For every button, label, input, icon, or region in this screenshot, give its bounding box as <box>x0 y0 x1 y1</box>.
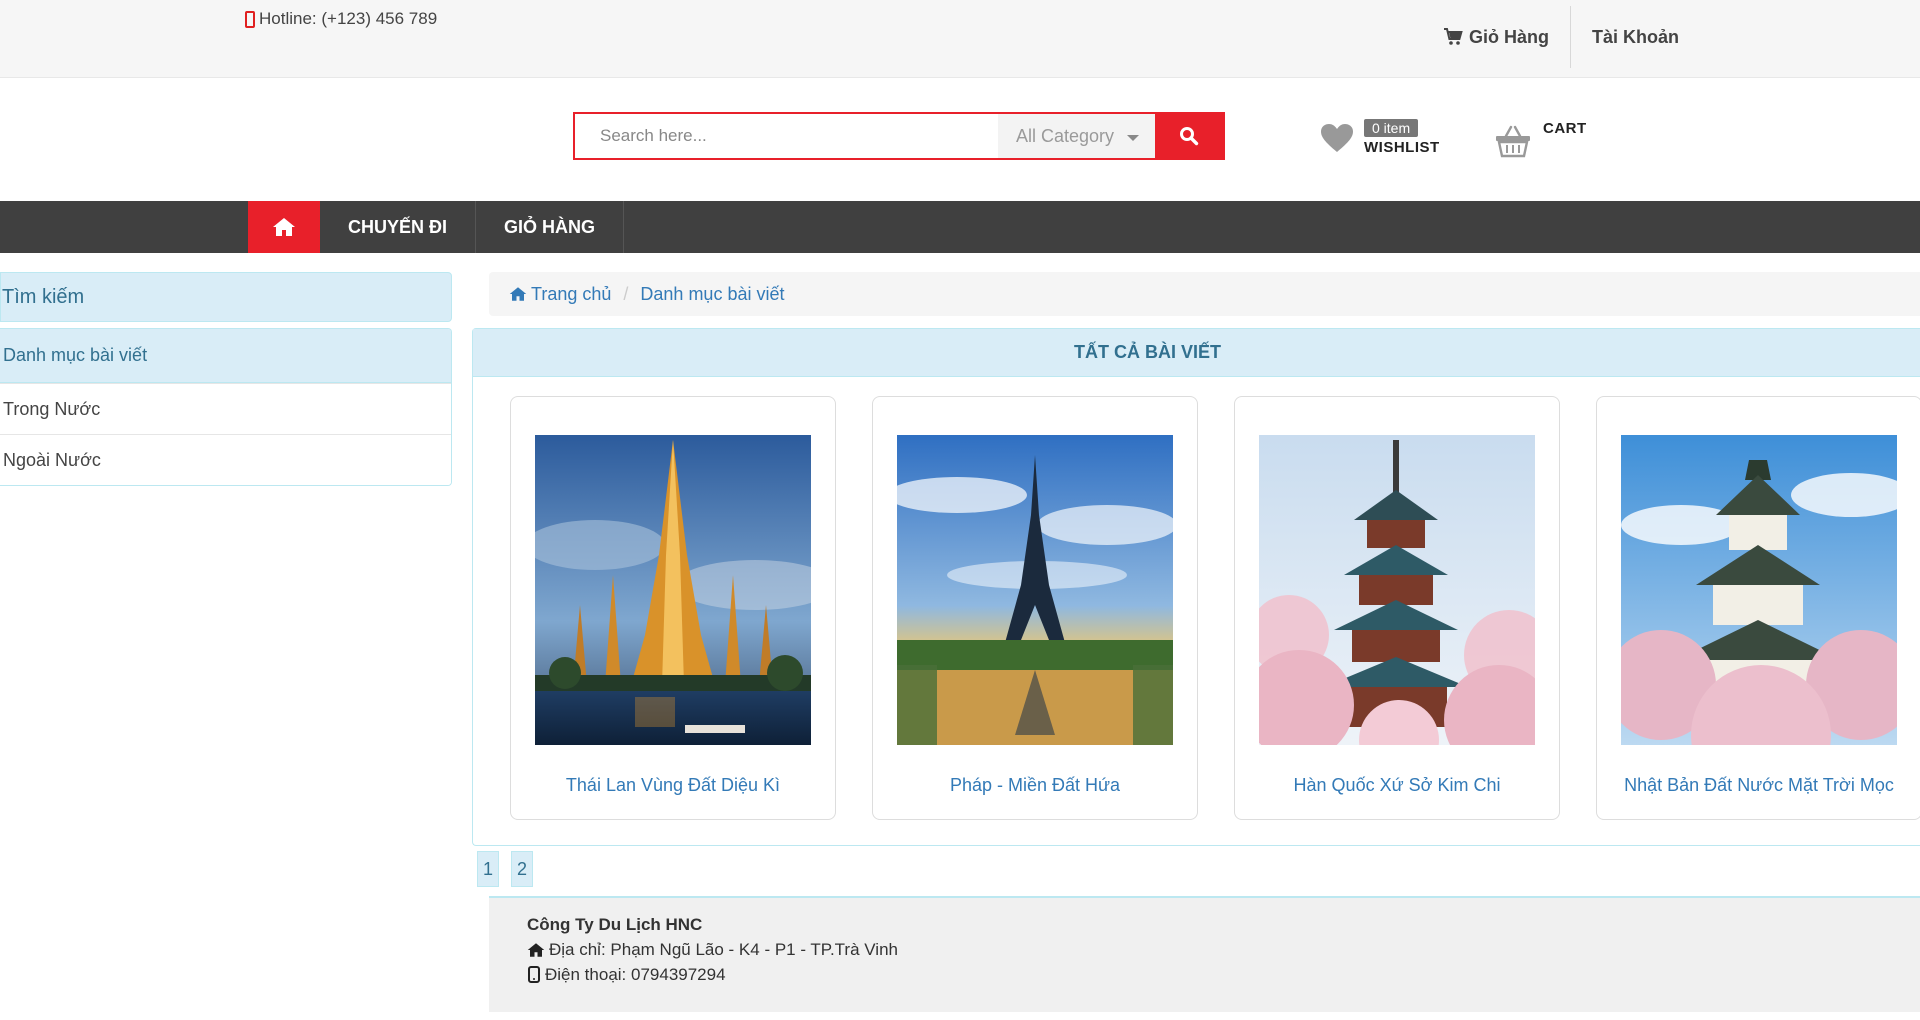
wishlist-text: 0 item WISHLIST <box>1364 119 1440 156</box>
wishlist-label: WISHLIST <box>1364 139 1440 156</box>
post-card[interactable]: Hàn Quốc Xứ Sở Kim Chi <box>1234 396 1560 820</box>
breadcrumb-home-label: Trang chủ <box>531 283 612 304</box>
breadcrumb-current[interactable]: Danh mục bài viết <box>640 284 784 305</box>
nav-home-button[interactable] <box>248 201 320 253</box>
header: All Category 0 item WISHLIST CART <box>0 78 1920 201</box>
breadcrumb-home[interactable]: Trang chủ <box>509 284 611 305</box>
home-icon <box>273 218 295 236</box>
post-card[interactable]: Pháp - Miền Đất Hứa <box>872 396 1198 820</box>
footer-phone-text: Điện thoại: 0794397294 <box>545 965 726 984</box>
heart-icon <box>1321 123 1353 152</box>
top-cart-link[interactable]: Giỏ Hàng <box>1443 6 1571 68</box>
wishlist-button[interactable]: 0 item WISHLIST <box>1320 119 1440 156</box>
shopping-cart-icon <box>1444 28 1463 45</box>
hotline-text: Hotline: (+123) 456 789 <box>259 9 438 28</box>
search-bar: All Category <box>573 112 1225 160</box>
mobile-phone-icon <box>245 10 255 28</box>
post-thumbnail-temple <box>535 435 811 745</box>
home-icon <box>509 287 527 301</box>
wishlist-count-badge: 0 item <box>1364 119 1419 137</box>
caret-down-icon <box>1127 134 1139 141</box>
top-bar: Hotline: (+123) 456 789 Giỏ Hàng Tài Kho… <box>0 0 1920 78</box>
post-thumbnail-castle <box>1621 435 1897 745</box>
post-title[interactable]: Nhật Bản Đất Nước Mặt Trời Mọc <box>1597 775 1920 796</box>
pagination: 1 2 <box>477 851 533 887</box>
category-select-value: All Category <box>1016 125 1115 146</box>
main-nav: CHUYẾN ĐI GIỎ HÀNG <box>0 201 1920 253</box>
footer: Công Ty Du Lịch HNC Địa chỉ: Phạm Ngũ Lã… <box>489 896 1920 1012</box>
post-title[interactable]: Thái Lan Vùng Đất Diệu Kì <box>511 775 835 796</box>
sidebar-item-domestic[interactable]: Trong Nước <box>0 383 451 434</box>
post-card[interactable]: Thái Lan Vùng Đất Diệu Kì <box>510 396 836 820</box>
top-links: Giỏ Hàng Tài Khoản <box>1443 6 1700 68</box>
page-1-button[interactable]: 1 <box>477 851 499 887</box>
top-cart-label: Giỏ Hàng <box>1469 26 1549 47</box>
account-label: Tài Khoản <box>1592 26 1680 47</box>
sidebar-item-international[interactable]: Ngoài Nước <box>0 434 451 485</box>
post-card[interactable]: Nhật Bản Đất Nước Mặt Trời Mọc <box>1596 396 1920 820</box>
search-input[interactable] <box>575 114 998 158</box>
account-link[interactable]: Tài Khoản <box>1571 6 1700 68</box>
search-button[interactable] <box>1155 114 1223 158</box>
posts-panel: TẤT CẢ BÀI VIẾT Thái Lan Vùng Đất Diệu K… <box>472 328 1920 846</box>
nav-item-trips[interactable]: CHUYẾN ĐI <box>320 201 476 253</box>
footer-company: Công Ty Du Lịch HNC <box>527 915 703 934</box>
post-title[interactable]: Pháp - Miền Đất Hứa <box>873 775 1197 796</box>
mobile-phone-icon <box>528 966 540 983</box>
nav-item-cart[interactable]: GIỎ HÀNG <box>476 201 624 253</box>
posts-title: TẤT CẢ BÀI VIẾT <box>473 329 1920 377</box>
sidebar-search-title: Tìm kiếm <box>0 272 452 322</box>
footer-phone: Điện thoại: 0794397294 <box>527 962 1920 987</box>
category-select[interactable]: All Category <box>998 114 1155 158</box>
cart-label: CART <box>1543 120 1587 137</box>
hotline: Hotline: (+123) 456 789 <box>245 9 437 29</box>
breadcrumb: Trang chủ / Danh mục bài viết <box>489 272 1920 316</box>
footer-address-text: Địa chỉ: Phạm Ngũ Lão - K4 - P1 - TP.Trà… <box>549 940 898 959</box>
sidebar-category-panel: Danh mục bài viết Trong Nước Ngoài Nước <box>0 328 452 486</box>
home-icon <box>527 942 545 957</box>
search-icon <box>1180 127 1199 146</box>
post-thumbnail-eiffel <box>897 435 1173 745</box>
page-2-button[interactable]: 2 <box>511 851 533 887</box>
sidebar-category-title: Danh mục bài viết <box>0 329 451 383</box>
breadcrumb-separator: / <box>623 283 629 304</box>
shopping-basket-icon <box>1496 125 1530 158</box>
post-thumbnail-pagoda <box>1259 435 1535 745</box>
footer-address: Địa chỉ: Phạm Ngũ Lão - K4 - P1 - TP.Trà… <box>527 937 1920 962</box>
cart-button[interactable]: CART <box>1495 118 1587 158</box>
post-title[interactable]: Hàn Quốc Xứ Sở Kim Chi <box>1235 775 1559 796</box>
